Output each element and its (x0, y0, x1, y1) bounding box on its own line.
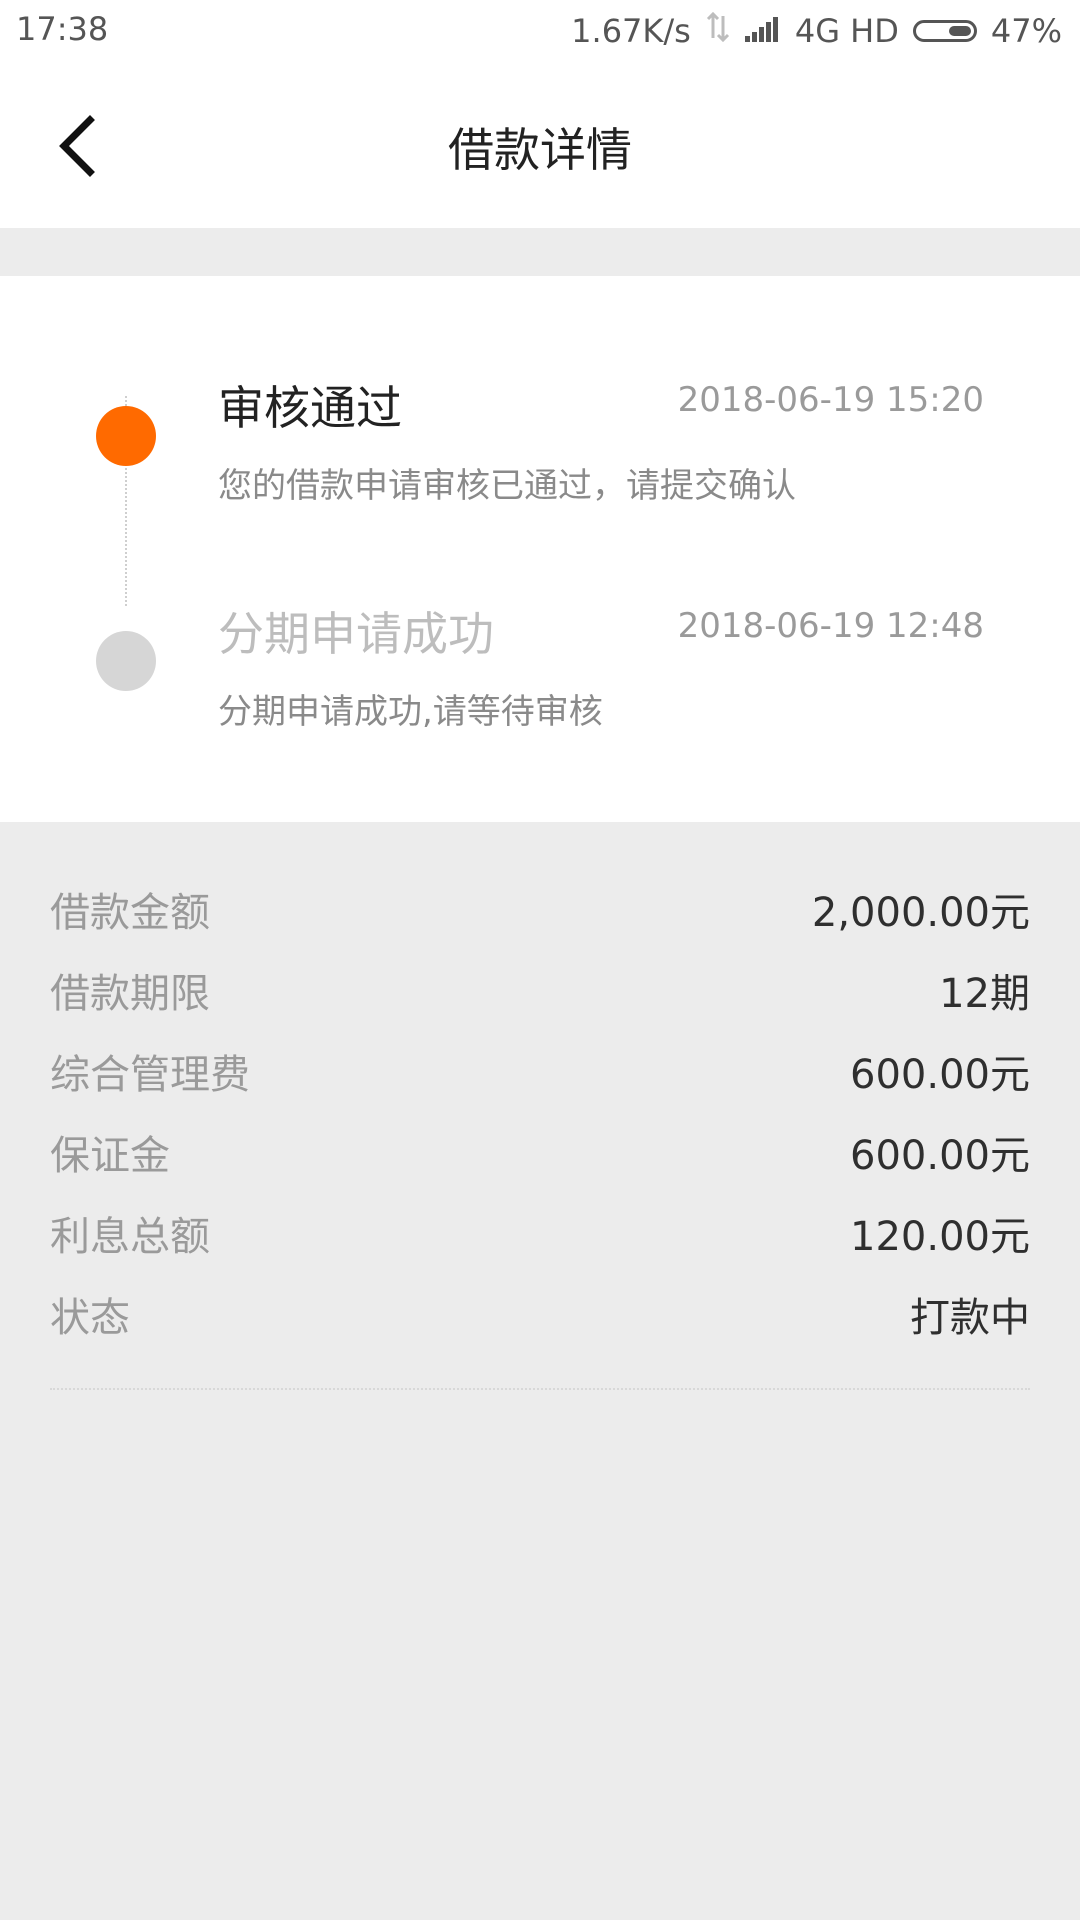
detail-label: 借款金额 (50, 889, 210, 936)
signal-bars-icon (744, 12, 781, 50)
status-indicators: 1.67K/s 4G HD 47% (571, 10, 1062, 52)
timeline-dot-active (96, 406, 156, 466)
timeline-card: 审核通过 2018-06-19 15:20 您的借款申请审核已通过，请提交确认 … (0, 276, 1080, 822)
timeline-desc: 分期申请成功,请等待审核 (218, 692, 603, 732)
detail-row-deposit: 保证金 600.00元 (50, 1111, 1030, 1192)
timeline-title: 审核通过 (218, 381, 402, 435)
timeline-time: 2018-06-19 12:48 (677, 606, 984, 646)
timeline-time: 2018-06-19 15:20 (677, 380, 984, 420)
detail-row-loan-amount: 借款金额 2,000.00元 (50, 868, 1030, 949)
detail-row-total-interest: 利息总额 120.00元 (50, 1192, 1030, 1273)
detail-value: 12期 (939, 970, 1030, 1017)
detail-label: 借款期限 (50, 970, 210, 1017)
status-time: 17:38 (16, 10, 109, 48)
battery-level: 47% (990, 12, 1062, 50)
divider (50, 1388, 1030, 1390)
detail-label: 综合管理费 (50, 1051, 250, 1098)
detail-label: 保证金 (50, 1132, 170, 1179)
timeline-dot-inactive (96, 631, 156, 691)
detail-value: 打款中 (910, 1294, 1030, 1341)
network-speed: 1.67K/s (571, 12, 691, 50)
detail-label: 状态 (50, 1294, 130, 1341)
detail-label: 利息总额 (50, 1213, 210, 1260)
detail-value: 120.00元 (850, 1213, 1030, 1260)
detail-value: 600.00元 (850, 1051, 1030, 1098)
timeline-desc: 您的借款申请审核已通过，请提交确认 (218, 466, 796, 506)
network-type: 4G HD (794, 12, 899, 50)
detail-value: 600.00元 (850, 1132, 1030, 1179)
detail-row-management-fee: 综合管理费 600.00元 (50, 1030, 1030, 1111)
battery-icon (912, 20, 977, 42)
detail-row-loan-term: 借款期限 12期 (50, 949, 1030, 1030)
loan-details: 借款金额 2,000.00元 借款期限 12期 综合管理费 600.00元 保证… (50, 868, 1030, 1354)
timeline-title: 分期申请成功 (218, 607, 494, 661)
detail-value: 2,000.00元 (811, 889, 1030, 936)
header: 借款详情 (0, 62, 1080, 228)
status-bar: 17:38 1.67K/s 4G HD 47% (0, 0, 1080, 62)
data-transfer-icon (705, 11, 731, 50)
page-title: 借款详情 (448, 123, 632, 177)
detail-row-status: 状态 打款中 (50, 1273, 1030, 1354)
